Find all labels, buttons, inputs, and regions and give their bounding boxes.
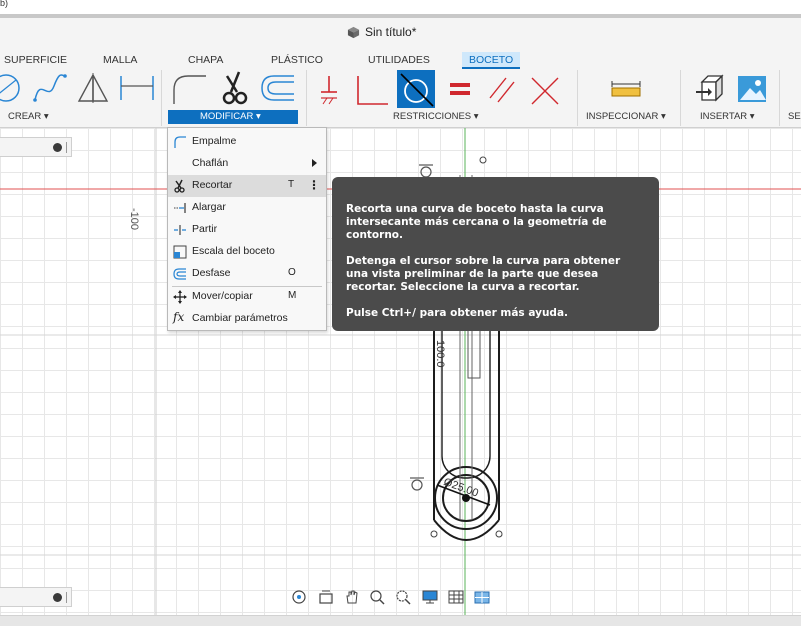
modify-menu-button[interactable]: MODIFICAR ▾ — [168, 110, 298, 124]
extend-icon — [174, 203, 186, 213]
collinear-constraint-icon[interactable] — [530, 74, 560, 106]
tab-chapa[interactable]: CHAPA — [188, 52, 223, 69]
trim-scissors-icon — [174, 179, 185, 193]
trim-tooltip: Recorta una curva de boceto hasta la cur… — [332, 177, 659, 331]
document-cube-icon — [347, 26, 360, 38]
pan-hand-icon[interactable] — [342, 588, 362, 606]
menu-item-cambiar-parametros[interactable]: fx Cambiar parámetros — [168, 308, 326, 330]
fillet-icon — [174, 136, 186, 148]
tab-malla[interactable]: MALLA — [103, 52, 137, 69]
menu-item-mover-copiar[interactable]: Mover/copiar M — [168, 286, 326, 308]
tangent-constraint-button[interactable] — [397, 70, 435, 108]
comments-panel-toggle[interactable] — [0, 587, 72, 607]
document-title: Sin título* — [347, 25, 416, 39]
measure-tool-icon[interactable] — [610, 80, 642, 98]
display-settings-icon[interactable] — [420, 588, 440, 606]
panel-divider — [66, 592, 67, 603]
navigation-toolbar — [290, 586, 492, 608]
constraints-menu-button[interactable]: RESTRICCIONES ▾ — [393, 110, 479, 124]
group-separator — [680, 70, 681, 126]
expand-dot-icon[interactable] — [53, 593, 62, 602]
viewports-icon[interactable] — [472, 588, 492, 606]
fillet-tool-icon[interactable] — [170, 72, 208, 106]
shortcut-key: M — [288, 290, 297, 301]
group-separator — [161, 70, 162, 126]
modify-dropdown-menu: Empalme Chaflán Recortar T ⋮ Alargar Par… — [167, 127, 327, 331]
submenu-arrow-icon — [312, 159, 317, 167]
offset-icon — [173, 268, 186, 280]
tangent-constraint-icon — [400, 73, 434, 107]
menu-item-desfase[interactable]: Desfase O — [168, 263, 326, 285]
circle-tool-icon[interactable] — [0, 72, 26, 104]
corner-tag: b) — [0, 0, 9, 8]
menu-item-partir[interactable]: Partir — [168, 219, 326, 241]
slot-length-dimension[interactable]: 100.0 — [434, 340, 446, 368]
spline-tool-icon[interactable] — [32, 72, 68, 104]
app-window: b) Sin título* SUPERFICIE MALLA CHAPA PL… — [0, 0, 801, 626]
document-title-text: Sin título* — [365, 25, 417, 39]
group-separator — [577, 70, 578, 126]
group-separator — [779, 70, 780, 126]
menu-item-empalme[interactable]: Empalme — [168, 131, 326, 153]
insert-derive-icon[interactable] — [694, 74, 726, 106]
menu-item-chaflan[interactable]: Chaflán — [168, 153, 326, 175]
ruler-label-minus-100: -100 — [128, 208, 140, 231]
parallel-constraint-icon[interactable] — [486, 74, 518, 106]
inspect-menu-button[interactable]: INSPECCIONAR ▾ — [586, 110, 666, 124]
offset-tool-icon[interactable] — [258, 72, 296, 104]
panel-divider — [66, 142, 67, 153]
status-footer — [0, 615, 801, 626]
insert-menu-button[interactable]: INSERTAR ▾ — [700, 110, 755, 124]
more-options-icon[interactable]: ⋮ — [308, 178, 320, 192]
orbit-icon[interactable] — [290, 588, 310, 606]
tooltip-instructions: Detenga el cursor sobre la curva para ob… — [346, 255, 621, 293]
insert-canvas-image-icon[interactable] — [736, 74, 768, 104]
menu-item-recortar[interactable]: Recortar T ⋮ — [168, 175, 326, 197]
equal-constraint-icon[interactable] — [448, 79, 472, 99]
break-icon — [174, 225, 186, 235]
perpendicular-constraint-icon[interactable] — [354, 74, 390, 106]
grid-settings-icon[interactable] — [446, 588, 466, 606]
top-strip: b) — [0, 0, 801, 14]
move-copy-icon — [173, 290, 187, 304]
shortcut-key: T — [288, 179, 295, 190]
browser-panel-toggle[interactable] — [0, 137, 72, 157]
sketch-dimension-tool-icon[interactable] — [118, 72, 156, 104]
select-menu-button[interactable]: SE — [788, 110, 801, 124]
create-menu-button[interactable]: CREAR ▾ — [8, 110, 49, 124]
tooltip-description: Recorta una curva de boceto hasta la cur… — [346, 203, 607, 241]
shortcut-key: O — [288, 267, 296, 278]
tab-plastico[interactable]: PLÁSTICO — [271, 52, 323, 69]
collapse-dot-icon[interactable] — [53, 143, 62, 152]
tab-boceto[interactable]: BOCETO — [462, 52, 521, 69]
title-bar: Sin título* — [0, 18, 801, 46]
tab-superficie[interactable]: SUPERFICIE — [4, 52, 67, 69]
menu-item-escala[interactable]: Escala del boceto — [168, 241, 326, 263]
trim-tool-icon[interactable] — [217, 70, 255, 108]
tooltip-help-hint: Pulse Ctrl+/ para obtener más ayuda. — [346, 307, 569, 319]
ribbon-toolbar: SUPERFICIE MALLA CHAPA PLÁSTICO UTILIDAD… — [0, 46, 801, 128]
fit-zoom-icon[interactable] — [394, 588, 414, 606]
parameters-fx-icon: fx — [173, 310, 185, 324]
zoom-icon[interactable] — [368, 588, 388, 606]
look-at-icon[interactable] — [316, 588, 336, 606]
group-separator — [306, 70, 307, 126]
mirror-tool-icon[interactable] — [76, 72, 110, 104]
tab-utilidades[interactable]: UTILIDADES — [368, 52, 430, 69]
fix-constraint-icon[interactable] — [318, 74, 340, 106]
menu-item-alargar[interactable]: Alargar — [168, 197, 326, 219]
sketch-scale-icon — [173, 245, 187, 259]
